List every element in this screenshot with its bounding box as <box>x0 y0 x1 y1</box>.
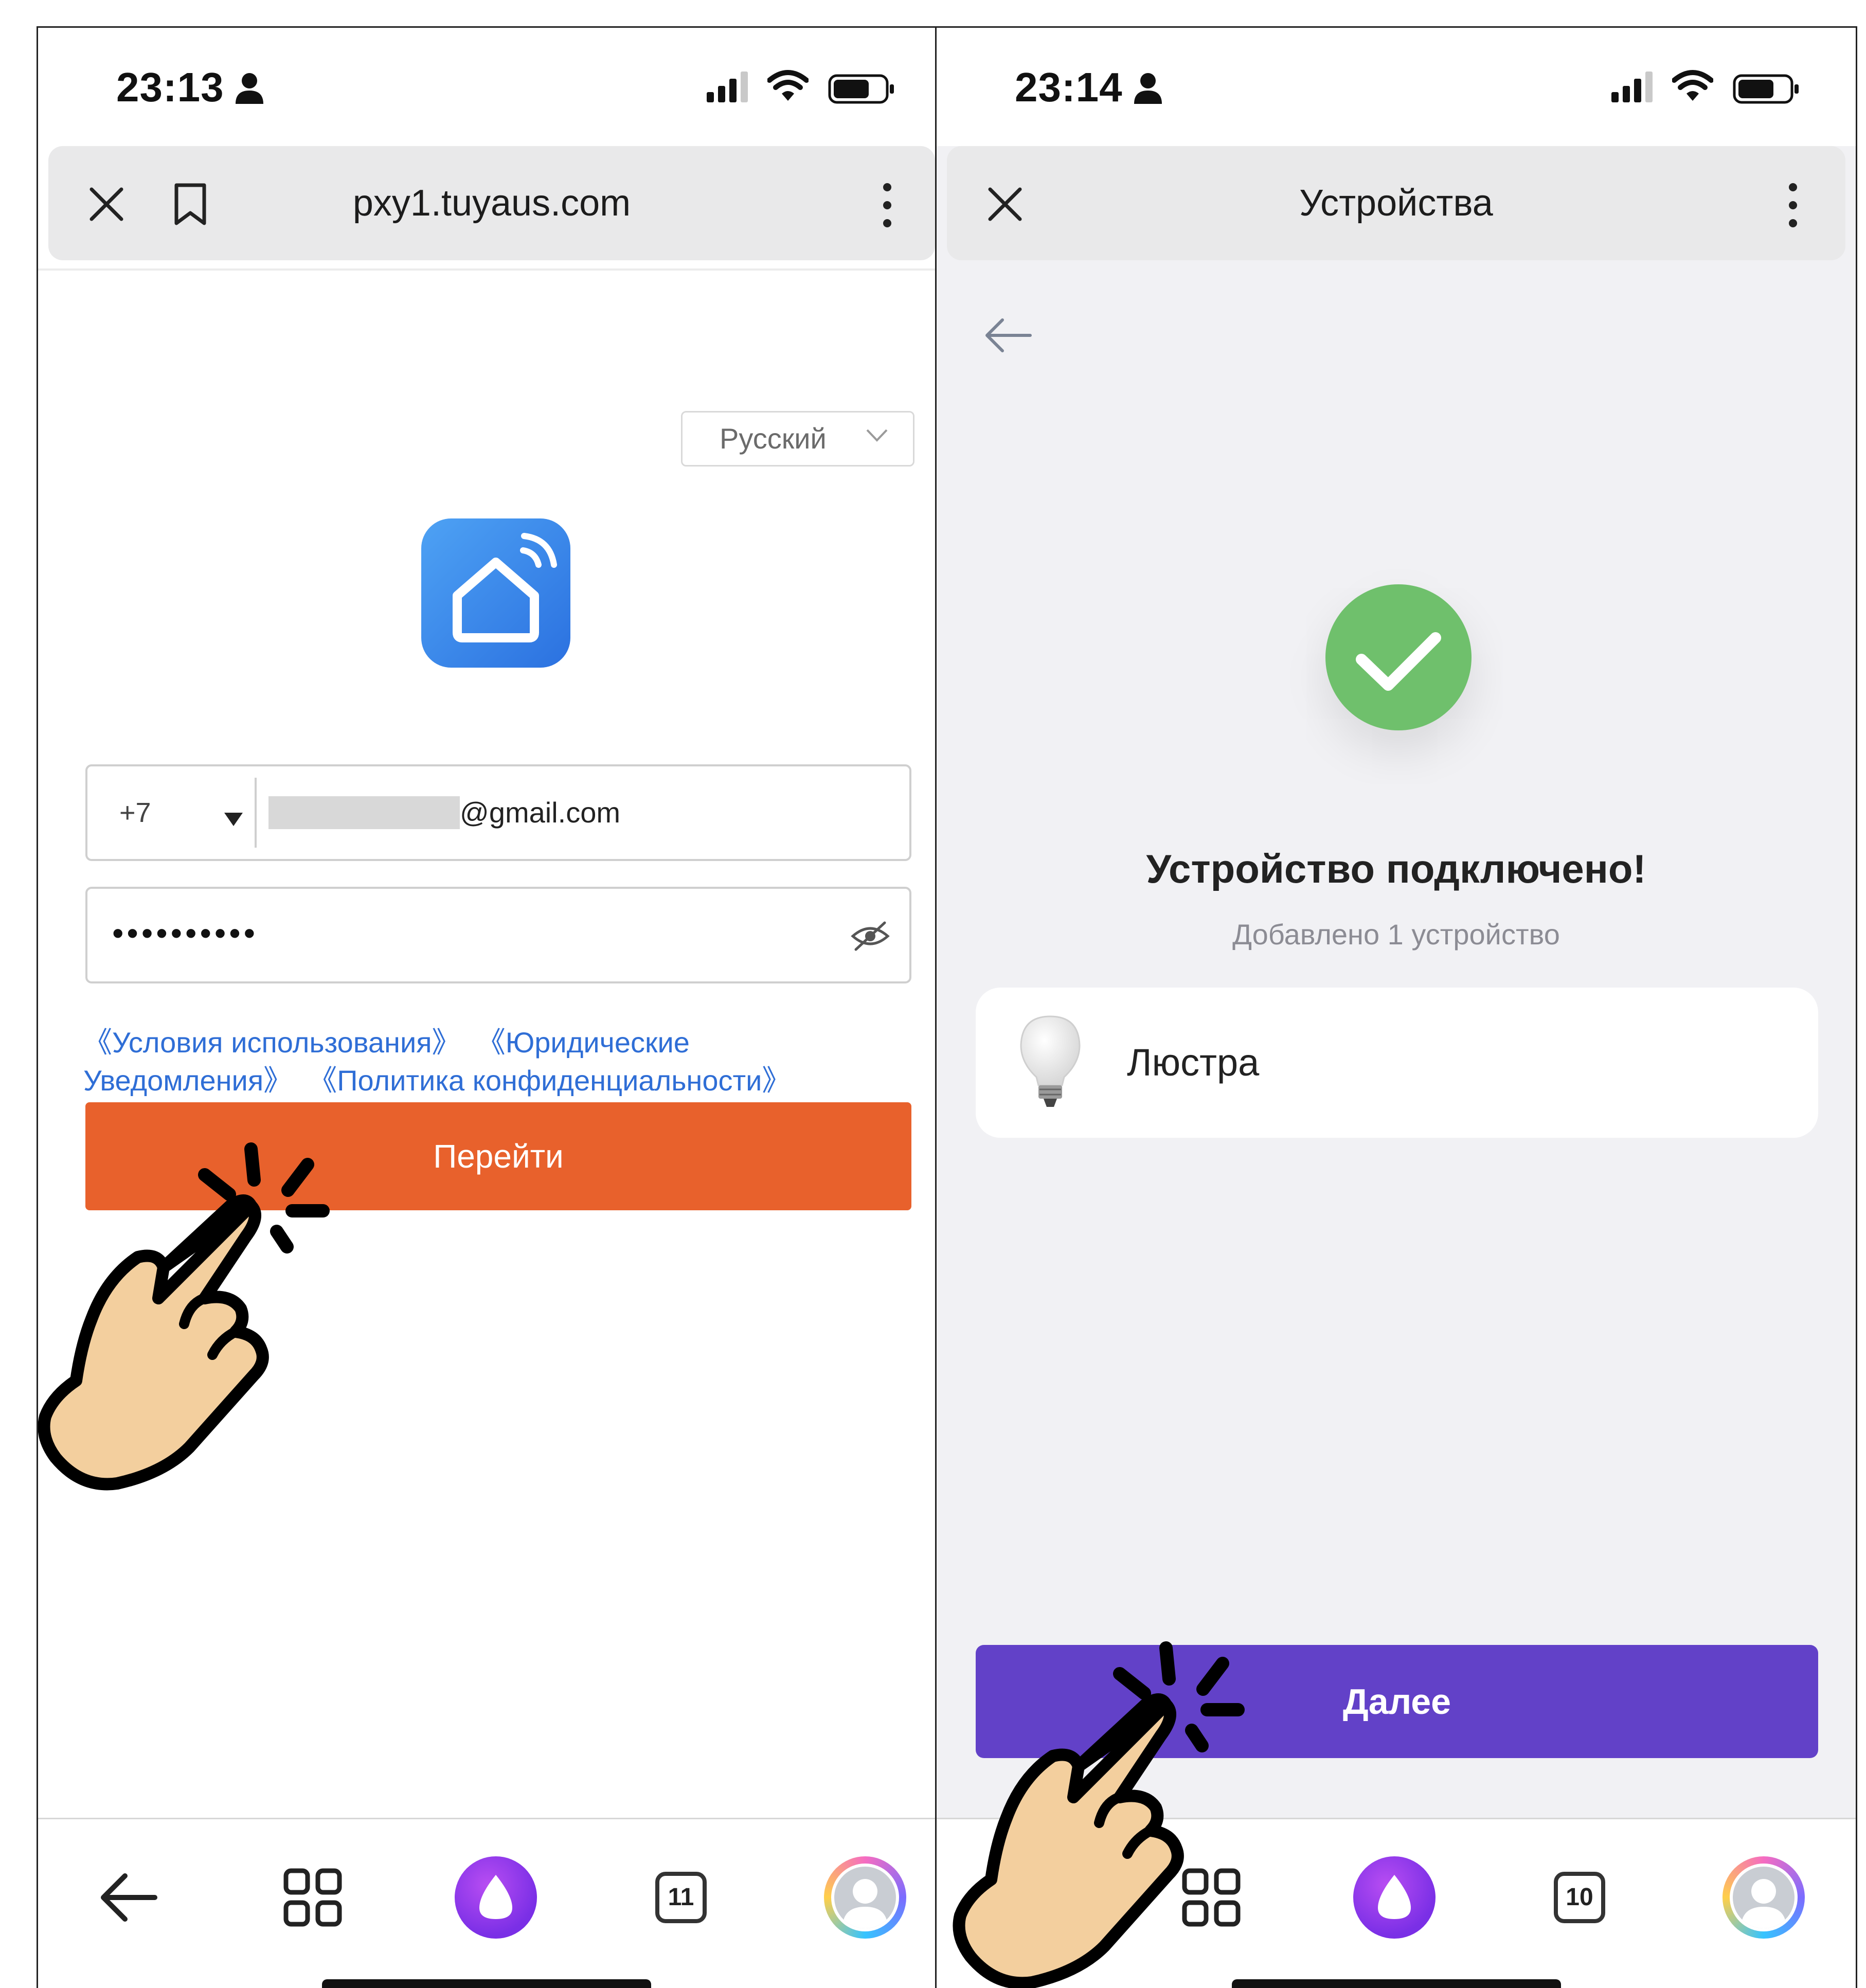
email-input[interactable]: @gmail.com <box>460 766 620 859</box>
home-wifi-icon <box>453 533 557 642</box>
password-field[interactable]: •••••••••• <box>85 887 911 983</box>
success-subtitle: Добавлено 1 устройство <box>1232 918 1560 951</box>
checkmark-icon <box>1356 632 1441 691</box>
browser-address-bar: pxy1.tuyaus.com <box>48 146 935 260</box>
tap-hand-icon <box>953 1641 1245 1988</box>
person-icon <box>236 73 263 104</box>
country-code[interactable]: +7 <box>119 766 151 859</box>
home-indicator <box>322 1979 651 1988</box>
tabs-count: 11 <box>655 1872 707 1923</box>
wifi-icon <box>767 70 809 101</box>
bottom-navigation: 11 <box>38 1818 935 1988</box>
back-arrow-icon[interactable] <box>982 315 1033 356</box>
header-bar: Устройства <box>947 146 1845 260</box>
wifi-icon <box>1672 70 1713 101</box>
home-indicator <box>1231 1979 1561 1988</box>
password-value: •••••••••• <box>112 915 259 952</box>
battery-icon <box>1733 74 1799 104</box>
light-bulb-icon <box>1020 1015 1081 1107</box>
bookmark-icon[interactable] <box>173 183 207 225</box>
close-icon[interactable] <box>88 186 124 222</box>
avatar-icon[interactable] <box>1723 1856 1805 1939</box>
divider <box>38 268 935 271</box>
login-field: +7 @gmail.com <box>85 764 911 861</box>
device-name: Люстра <box>1127 1041 1260 1084</box>
language-select[interactable]: Русский <box>681 411 914 467</box>
avatar-icon[interactable] <box>824 1856 906 1939</box>
signal-icon <box>1611 71 1653 102</box>
signal-icon <box>707 71 748 102</box>
tap-hand-icon <box>38 1142 330 1491</box>
device-card[interactable]: Люстра <box>976 988 1818 1138</box>
close-icon[interactable] <box>987 186 1023 222</box>
country-code-dropdown-icon[interactable] <box>224 813 243 826</box>
chevron-down-icon <box>866 429 888 442</box>
more-vertical-icon[interactable] <box>1785 182 1801 228</box>
success-check <box>1325 584 1472 730</box>
tabs-count: 10 <box>1554 1872 1605 1923</box>
header-title: Устройства <box>1299 183 1493 224</box>
more-vertical-icon[interactable] <box>880 182 895 228</box>
person-icon <box>1134 73 1162 104</box>
terms-link[interactable]: 《Условия использования》 <box>83 1026 461 1059</box>
right-phone-screen: 23:14 Устройства Устройство подключено! … <box>937 28 1856 1988</box>
left-phone-screen: 23:13 pxy1.tuyaus.com Русский +7 @gmail.… <box>38 28 935 1988</box>
back-arrow-icon[interactable] <box>87 1856 169 1939</box>
tabs-button[interactable]: 10 <box>1538 1856 1621 1939</box>
smart-life-app-logo <box>421 518 570 668</box>
status-time: 23:13 <box>116 64 224 110</box>
privacy-policy-link[interactable]: 《Политика конфиденциальности》 <box>308 1064 791 1097</box>
legal-links: 《Условия использования》 《Юридические Уве… <box>83 1024 927 1100</box>
battery-icon <box>828 74 894 104</box>
tabs-button[interactable]: 11 <box>640 1856 722 1939</box>
eye-off-icon[interactable] <box>851 921 890 952</box>
language-value: Русский <box>720 422 827 455</box>
alice-icon[interactable] <box>455 1856 537 1939</box>
grid-icon[interactable] <box>272 1856 354 1939</box>
alice-icon[interactable] <box>1353 1856 1436 1939</box>
success-title: Устройство подключено! <box>1146 846 1646 891</box>
redacted-email <box>268 796 460 829</box>
field-separator <box>255 778 257 848</box>
status-time: 23:14 <box>1015 64 1123 110</box>
